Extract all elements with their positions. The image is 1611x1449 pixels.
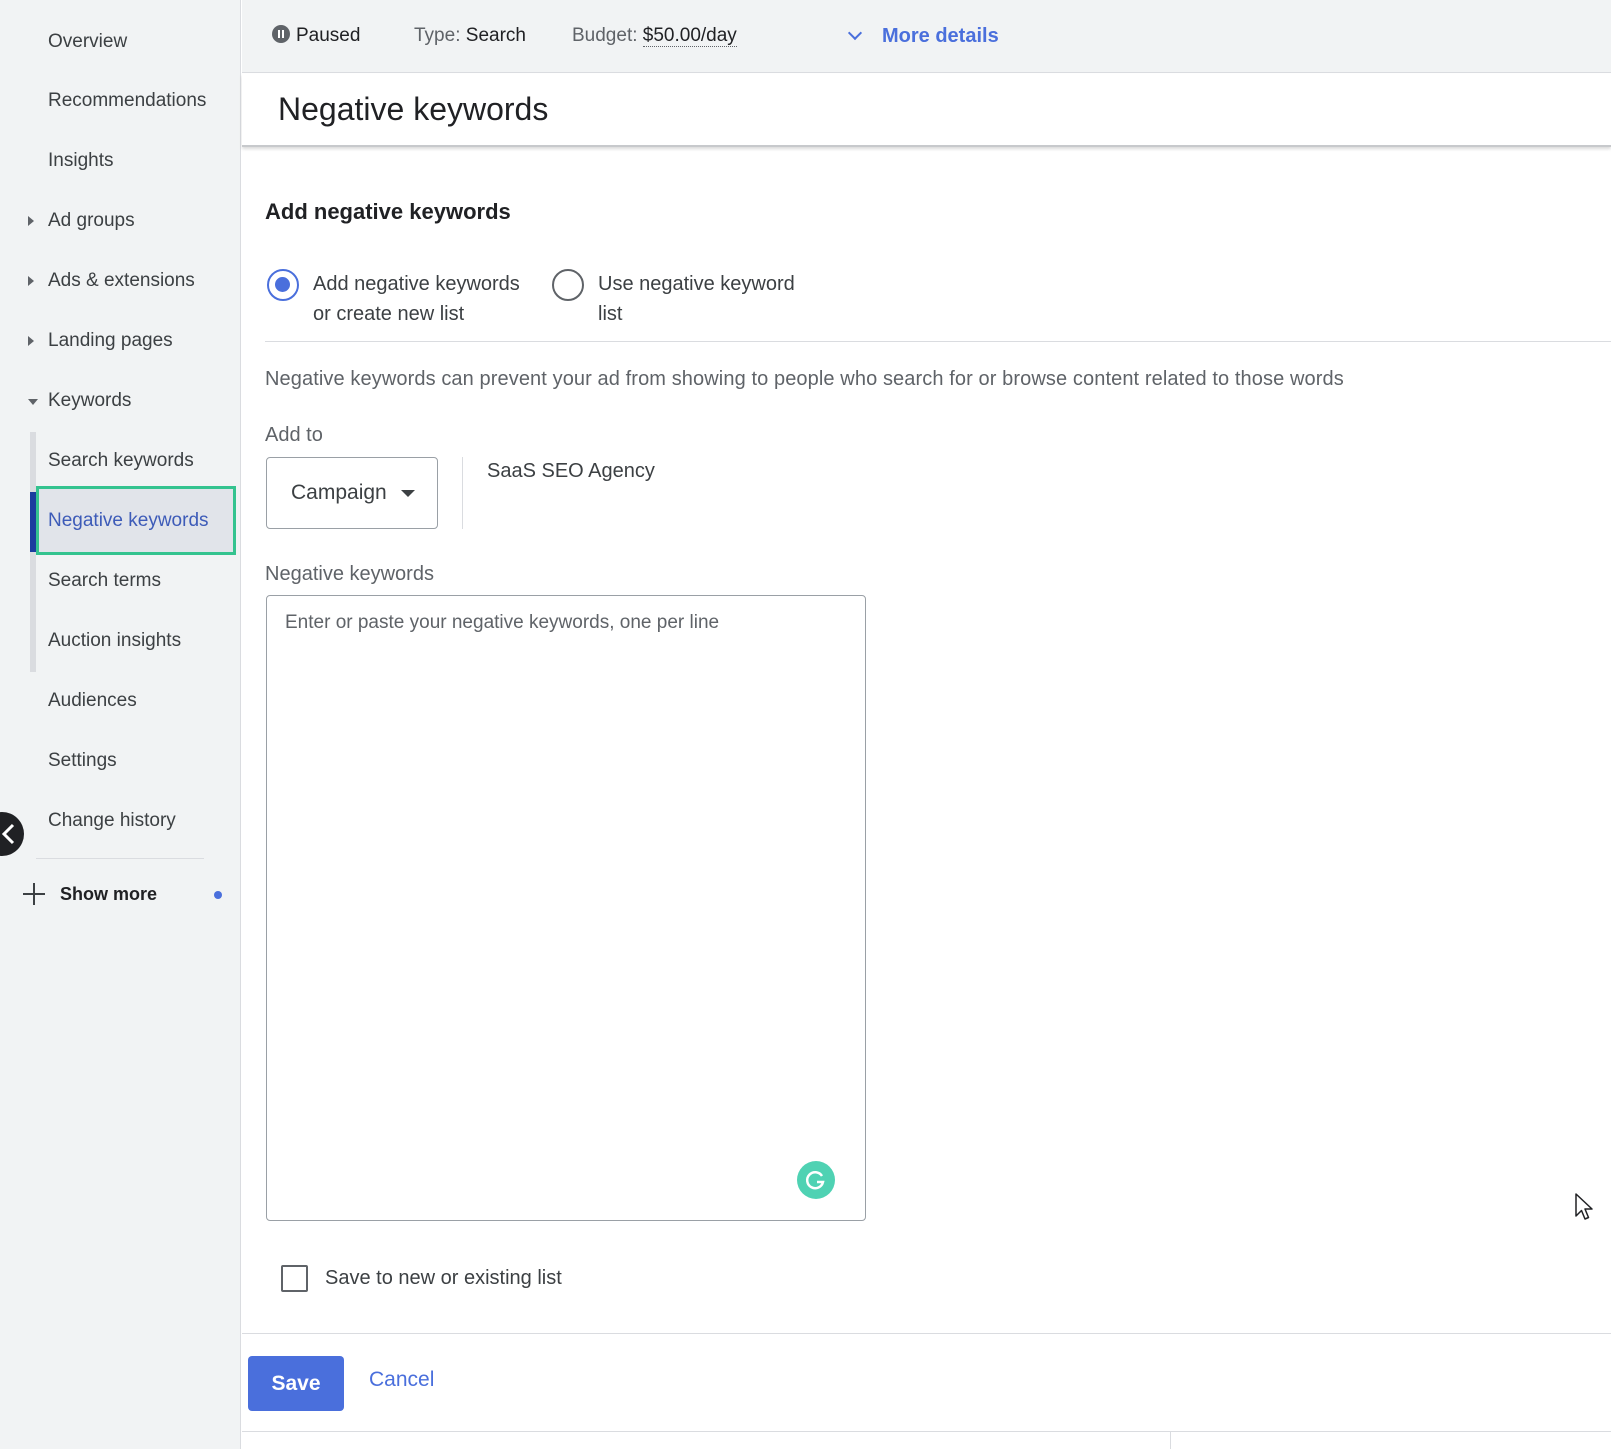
collapse-sidebar-button[interactable] (0, 812, 24, 856)
campaign-status-bar: Paused Type: Search Budget: $50.00/day M… (242, 0, 1611, 73)
campaign-type: Type: Search (414, 25, 526, 46)
grammarly-icon[interactable] (797, 1161, 835, 1199)
expand-caret-icon[interactable] (28, 336, 34, 346)
radio-add-keywords[interactable] (267, 269, 299, 301)
sidebar-item-search-keywords[interactable]: Search keywords (48, 450, 194, 472)
negative-keywords-input[interactable] (266, 595, 866, 1221)
sidebar-item-insights[interactable]: Insights (48, 150, 113, 172)
radio-use-list[interactable] (552, 269, 584, 301)
campaign-budget[interactable]: Budget: $50.00/day (572, 25, 737, 47)
cancel-button[interactable]: Cancel (369, 1368, 434, 1392)
campaign-name: SaaS SEO Agency (487, 460, 655, 482)
description-text: Negative keywords can prevent your ad fr… (265, 368, 1344, 390)
sidebar-divider (36, 858, 204, 859)
sidebar-item-landing-pages[interactable]: Landing pages (48, 330, 173, 352)
pause-icon (272, 25, 290, 43)
sidebar: Overview Recommendations Insights Ad gro… (0, 0, 241, 1449)
radio-add-keywords-label[interactable]: Add negative keywords or create new list (313, 269, 520, 329)
sidebar-item-change-history[interactable]: Change history (48, 810, 176, 832)
vertical-divider (462, 457, 463, 529)
radio-use-list-label[interactable]: Use negative keyword list (598, 269, 795, 329)
sidebar-item-overview[interactable]: Overview (48, 31, 127, 53)
sidebar-item-audiences[interactable]: Audiences (48, 690, 137, 712)
divider (265, 341, 1611, 342)
section-title: Add negative keywords (265, 199, 511, 224)
show-more-button[interactable]: Show more (20, 880, 157, 908)
plus-icon (20, 880, 48, 908)
page-title: Negative keywords (278, 91, 549, 127)
save-to-list-checkbox[interactable] (281, 1265, 308, 1292)
sidebar-item-keywords[interactable]: Keywords (48, 390, 131, 412)
save-button[interactable]: Save (248, 1356, 344, 1411)
level-dropdown[interactable]: Campaign (266, 457, 438, 529)
save-to-list-label[interactable]: Save to new or existing list (325, 1267, 562, 1290)
expand-caret-icon[interactable] (28, 276, 34, 286)
mouse-cursor-icon (1575, 1193, 1593, 1220)
dropdown-arrow-icon (400, 489, 415, 497)
sidebar-item-auction-insights[interactable]: Auction insights (48, 630, 181, 652)
chevron-down-icon (847, 25, 863, 41)
sidebar-item-ads-extensions[interactable]: Ads & extensions (48, 270, 195, 292)
show-more-label: Show more (60, 883, 158, 904)
sidebar-item-search-terms[interactable]: Search terms (48, 570, 161, 592)
sidebar-item-recommendations[interactable]: Recommendations (48, 90, 206, 112)
chevron-left-icon (1, 823, 15, 845)
add-to-label: Add to (265, 424, 323, 446)
page-header: Negative keywords (242, 74, 1611, 147)
footer-bottom-divider (242, 1431, 1611, 1432)
footer-divider (242, 1333, 1611, 1334)
negative-keywords-label: Negative keywords (265, 563, 434, 585)
sidebar-item-settings[interactable]: Settings (48, 750, 117, 772)
grammarly-g-icon (805, 1171, 825, 1190)
more-details-button[interactable]: More details (847, 25, 999, 48)
expand-caret-icon[interactable] (28, 216, 34, 226)
sidebar-item-negative-keywords[interactable]: Negative keywords (48, 510, 209, 532)
level-dropdown-value: Campaign (291, 481, 387, 504)
sidebar-item-ad-groups[interactable]: Ad groups (48, 210, 135, 232)
notification-dot (214, 891, 222, 899)
collapse-caret-icon[interactable] (28, 399, 38, 405)
footer-vertical-divider (1170, 1431, 1171, 1449)
status-badge[interactable]: Paused (272, 25, 360, 47)
